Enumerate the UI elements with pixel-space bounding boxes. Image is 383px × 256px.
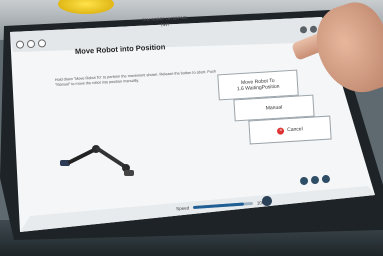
pause-icon[interactable]: [310, 175, 320, 185]
manual-button-label: Manual: [265, 104, 283, 112]
stop-icon[interactable]: [321, 174, 331, 184]
robot-base: [124, 170, 134, 176]
robot-arm-preview: [60, 145, 134, 176]
robot-link-2: [96, 147, 126, 168]
move-button-label-line2: 1.6 WaitingPosition: [236, 83, 280, 93]
file-icon[interactable]: [15, 40, 25, 49]
cancel-button-label: Cancel: [287, 126, 303, 134]
cancel-icon: ×: [277, 126, 285, 135]
settings-icon[interactable]: [26, 39, 36, 49]
cancel-button[interactable]: × Cancel: [248, 115, 332, 145]
speed-label: Speed: [175, 205, 190, 212]
step-icon[interactable]: [299, 176, 309, 186]
robot-link-1: [68, 148, 96, 164]
top-right-icons: [299, 25, 318, 34]
menu-icon[interactable]: [299, 26, 308, 34]
info-icon[interactable]: [37, 39, 47, 48]
toolbar-icons: [15, 39, 47, 49]
